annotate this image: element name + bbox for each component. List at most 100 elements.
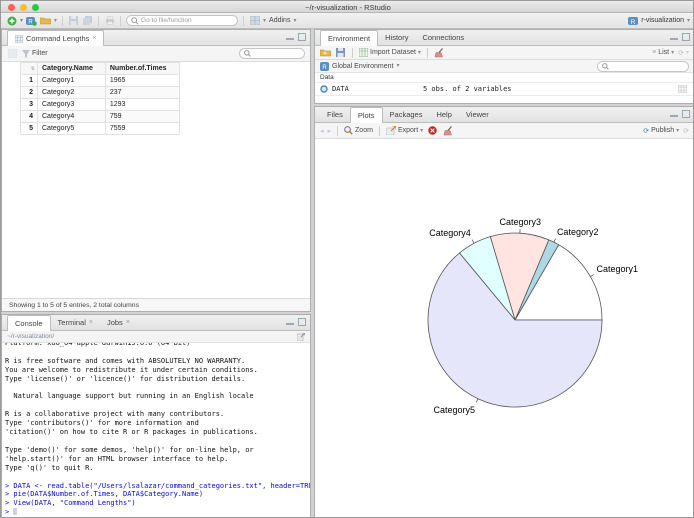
- refresh-environment-button[interactable]: ⟳ ▾: [678, 49, 689, 57]
- window-title: ~/r-visualization - RStudio: [305, 3, 391, 12]
- previous-plot-icon[interactable]: ◂: [320, 127, 324, 135]
- tab-label: History: [385, 33, 409, 42]
- project-menu-button[interactable]: R r-visualization ▾: [627, 15, 690, 26]
- environment-search-input[interactable]: [597, 60, 689, 72]
- popout-icon[interactable]: [7, 48, 18, 59]
- export-label: Export: [397, 127, 419, 134]
- view-working-dir-icon[interactable]: [297, 332, 305, 341]
- scope-selector[interactable]: Global Environment: [332, 63, 393, 70]
- publish-icon: ⟳: [643, 127, 650, 135]
- tab-environment[interactable]: Environment: [320, 30, 379, 46]
- maximize-pane-icon[interactable]: [298, 33, 306, 41]
- tab-command-lengths[interactable]: Command Lengths ×: [7, 30, 105, 46]
- clear-environment-icon[interactable]: [434, 47, 445, 58]
- save-workspace-icon[interactable]: [335, 47, 346, 58]
- corner-header-cell[interactable]: ⇅: [20, 62, 38, 75]
- console-cursor[interactable]: [13, 508, 18, 516]
- project-name: r-visualization: [641, 17, 684, 24]
- minimize-pane-icon[interactable]: [286, 33, 294, 40]
- list-icon: ≡: [652, 49, 657, 56]
- table-search-input[interactable]: [239, 48, 305, 59]
- console-working-directory: ~/r-visualization/: [2, 331, 310, 343]
- table-row[interactable]: 1 Category1 1965: [20, 74, 180, 87]
- remove-plot-icon[interactable]: [427, 125, 438, 136]
- addins-button[interactable]: Addins: [269, 17, 290, 24]
- list-view-button[interactable]: ≡ List ▾: [652, 49, 674, 56]
- rstudio-window: ~/r-visualization - RStudio ▾ R ▾ Go to …: [0, 0, 694, 518]
- close-tab-icon[interactable]: ×: [89, 319, 93, 326]
- goto-file-input[interactable]: Go to file/function: [126, 15, 239, 26]
- tab-label: Files: [327, 110, 343, 119]
- load-workspace-icon[interactable]: [320, 47, 331, 58]
- refresh-caret-icon: ▾: [685, 49, 689, 56]
- new-project-icon[interactable]: R: [26, 15, 37, 26]
- table-row[interactable]: 4 Category4 759: [20, 110, 180, 123]
- scope-caret-icon[interactable]: ▾: [396, 63, 399, 69]
- tab-connections[interactable]: Connections: [415, 30, 471, 45]
- environment-object-row[interactable]: DATA 5 obs. of 2 variables: [315, 83, 693, 96]
- row-number-cell: 4: [20, 110, 38, 123]
- close-tab-icon[interactable]: ×: [92, 35, 96, 42]
- tab-help[interactable]: Help: [429, 107, 458, 122]
- save-all-icon[interactable]: [82, 15, 93, 26]
- col-header-category-name[interactable]: Category.Name: [37, 62, 106, 75]
- pie-label-tick: [475, 398, 479, 403]
- filter-label: Filter: [32, 50, 48, 57]
- export-caret-icon: ▾: [420, 127, 424, 134]
- open-file-caret-icon[interactable]: ▾: [54, 18, 57, 24]
- maximize-pane-icon[interactable]: [682, 33, 690, 41]
- new-file-caret-icon[interactable]: ▾: [20, 18, 23, 24]
- pane-layout-caret-icon[interactable]: ▾: [263, 18, 266, 24]
- minimize-pane-icon[interactable]: [286, 318, 294, 325]
- table-row[interactable]: 3 Category3 1293: [20, 98, 180, 111]
- tab-plots[interactable]: Plots: [349, 107, 383, 123]
- view-object-icon[interactable]: [677, 84, 688, 95]
- refresh-plot-icon[interactable]: ⟳: [683, 127, 689, 135]
- tab-console[interactable]: Console: [7, 315, 51, 331]
- filter-icon: [22, 48, 30, 59]
- import-dataset-label: Import Dataset: [370, 49, 416, 56]
- clear-plots-icon[interactable]: [442, 125, 453, 136]
- export-plot-button[interactable]: Export ▾: [385, 126, 424, 135]
- next-plot-icon[interactable]: ▸: [328, 127, 332, 135]
- tab-jobs[interactable]: Jobs ×: [100, 315, 137, 330]
- col-header-number-of-times[interactable]: Number.of.Times: [104, 62, 180, 75]
- goto-file-icon: [131, 16, 139, 25]
- filter-button[interactable]: Filter: [22, 48, 48, 59]
- open-file-icon[interactable]: [40, 15, 52, 26]
- close-tab-icon[interactable]: ×: [126, 319, 130, 326]
- pane-layout-icon[interactable]: [249, 15, 260, 26]
- tab-packages[interactable]: Packages: [383, 107, 430, 122]
- save-icon[interactable]: [68, 15, 79, 26]
- data-viewer-toolbar: Filter: [2, 46, 310, 62]
- tab-viewer[interactable]: Viewer: [459, 107, 496, 122]
- environment-pane: Environment History Connections Import D…: [314, 29, 693, 104]
- tab-terminal[interactable]: Terminal ×: [51, 315, 100, 330]
- console-output[interactable]: Platform: x86_64-apple-darwin15.6.0 (64-…: [2, 343, 310, 517]
- zoom-plot-button[interactable]: Zoom: [344, 126, 373, 135]
- minimize-pane-icon[interactable]: [670, 33, 678, 40]
- minimize-pane-icon[interactable]: [670, 110, 678, 117]
- addins-caret-icon[interactable]: ▾: [293, 18, 296, 24]
- maximize-pane-icon[interactable]: [682, 110, 690, 118]
- pie-label-tick: [553, 238, 556, 243]
- tab-history[interactable]: History: [378, 30, 415, 45]
- table-row[interactable]: 5 Category5 7559: [20, 122, 180, 135]
- print-icon[interactable]: [104, 15, 115, 26]
- publish-button[interactable]: ⟳ Publish ▾: [643, 127, 679, 135]
- table-row[interactable]: 2 Category2 237: [20, 86, 180, 99]
- import-dataset-button[interactable]: Import Dataset ▾: [359, 47, 421, 58]
- maximize-pane-icon[interactable]: [298, 318, 306, 326]
- export-icon: [385, 126, 396, 135]
- list-view-caret-icon: ▾: [671, 49, 675, 56]
- environment-toolbar: Import Dataset ▾ ≡ List ▾ ⟳ ▾: [315, 46, 693, 60]
- console-output-line: Natural language support but running in …: [5, 392, 254, 401]
- list-view-label: List: [658, 49, 670, 56]
- table-cell: 1965: [104, 74, 180, 87]
- new-file-icon[interactable]: [6, 15, 17, 26]
- refresh-icon: ⟳: [678, 49, 684, 57]
- console-command-line: > pie(DATA$Number.of.Times, DATA$Categor…: [5, 490, 204, 499]
- tab-files[interactable]: Files: [320, 107, 350, 122]
